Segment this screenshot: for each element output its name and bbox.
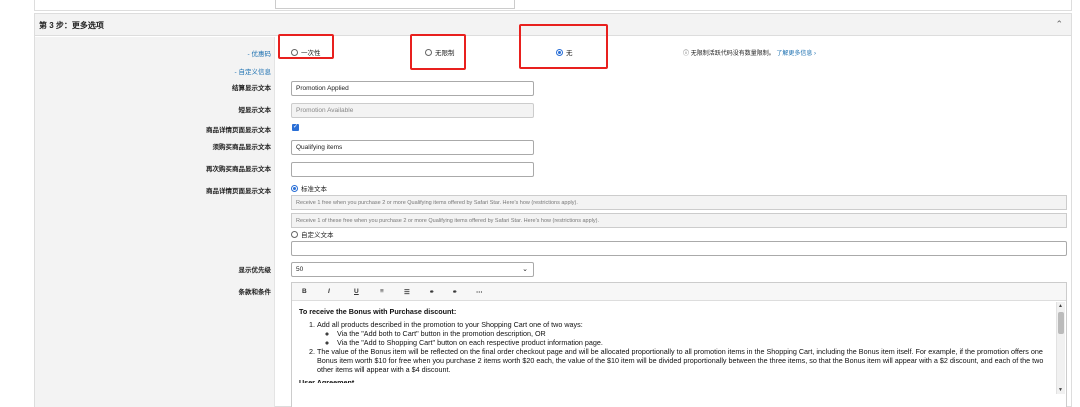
editor-toolbar: B I U ≡ ☰ ⚭ ⚭ ⋯ — [292, 283, 1066, 301]
chevron-down-icon: ⌄ — [522, 266, 528, 273]
highlight-one-time — [278, 34, 334, 59]
label-column: - 优惠码 - 自定义信息 结算显示文本 短显示文本 商品详情页面显示文本 须购… — [35, 37, 275, 407]
custom-info-link[interactable]: - 自定义信息 — [34, 66, 274, 76]
editor-content[interactable]: To receive the Bonus with Purchase disco… — [299, 307, 1054, 387]
standard-text-line-2: Receive 1 of these free when you purchas… — [291, 213, 1067, 228]
info-note: ⓘ 无限制活跃代码没有数量限制。 了解更多信息 › — [683, 48, 816, 57]
standard-text-line-1: Receive 1 free when you purchase 2 or mo… — [291, 195, 1067, 210]
terms-label: 条款和条件 — [238, 289, 272, 296]
terms-list: Add all products described in the promot… — [299, 320, 1054, 374]
priority-label: 显示优先级 — [238, 267, 272, 274]
terms-item-1: Add all products described in the promot… — [317, 320, 1054, 347]
italic-button[interactable]: I — [328, 288, 330, 295]
radio-custom-text[interactable]: 自定义文本 — [291, 229, 334, 239]
ordered-list-button[interactable]: ≡ — [380, 288, 384, 295]
editor-scrollbar[interactable]: ▲ ▼ — [1056, 302, 1065, 394]
highlight-none — [519, 24, 608, 69]
radio-label: 自定义文本 — [301, 232, 334, 239]
terms-next-heading: User Agreement — [299, 378, 355, 383]
highlight-unlimited — [410, 34, 466, 70]
detail-page-checkbox[interactable]: ✓ — [292, 124, 299, 131]
terms-editor[interactable]: B I U ≡ ☰ ⚭ ⚭ ⋯ To receive the Bonus wit… — [291, 282, 1067, 407]
step-title: 第 3 步：更多选项 — [39, 21, 104, 30]
scroll-up-icon[interactable]: ▲ — [1058, 303, 1063, 309]
terms-sublist: Via the "Add both to Cart" button in the… — [317, 329, 1054, 347]
priority-value: 50 — [296, 266, 304, 273]
learn-more-link[interactable]: 了解更多信息 › — [776, 51, 816, 57]
again-text-input[interactable] — [291, 162, 534, 177]
radio-standard-text[interactable]: 标准文本 — [291, 183, 327, 193]
terms-item-2: The value of the Bonus item will be refl… — [317, 347, 1054, 374]
bold-button[interactable]: B — [302, 288, 307, 295]
previous-field — [275, 0, 515, 9]
custom-text-input[interactable] — [291, 241, 1067, 256]
step-3-panel: 第 3 步：更多选项 ⌃ - 优惠码 - 自定义信息 结算显示文本 短显示文本 … — [34, 13, 1072, 407]
previous-section — [34, 0, 1072, 11]
info-text: 无限制活跃代码没有数量限制。 — [690, 51, 775, 57]
scroll-down-icon[interactable]: ▼ — [1058, 387, 1063, 393]
detail-page-text-label: 商品详情页面显示文本 — [206, 127, 271, 134]
terms-sub-2: Via the "Add to Shopping Cart" button on… — [337, 338, 1054, 347]
scroll-thumb[interactable] — [1058, 312, 1064, 334]
radio-label: 标准文本 — [301, 186, 327, 193]
priority-select[interactable]: 50 ⌄ — [291, 262, 534, 277]
detail-desc-label: 商品详情页面显示文本 — [206, 188, 271, 195]
radio-circle[interactable] — [291, 184, 298, 192]
again-text-label: 再次购买商品显示文本 — [206, 166, 271, 173]
purchase-text-label: 须购买商品显示文本 — [212, 144, 272, 151]
info-icon: ⓘ — [683, 51, 690, 57]
underline-button[interactable]: U — [354, 288, 359, 295]
checkout-text-label: 结算显示文本 — [232, 85, 271, 92]
more-button[interactable]: ⋯ — [476, 288, 483, 296]
checkout-text-input[interactable]: Promotion Applied — [291, 81, 534, 96]
terms-item-1-text: Add all products described in the promot… — [317, 320, 583, 329]
terms-sub-1: Via the "Add both to Cart" button in the… — [337, 329, 1054, 338]
chevron-up-icon[interactable]: ⌃ — [1055, 19, 1063, 30]
terms-heading: To receive the Bonus with Purchase disco… — [299, 307, 457, 316]
short-text-label: 短显示文本 — [238, 107, 272, 114]
radio-circle[interactable] — [291, 230, 298, 238]
discount-code-link[interactable]: - 优惠码 — [34, 48, 274, 58]
purchase-text-input[interactable]: Qualifying items — [291, 140, 534, 155]
unlink-button[interactable]: ⚭ — [452, 288, 457, 296]
bullet-list-button[interactable]: ☰ — [404, 288, 410, 296]
short-text-input[interactable]: Promotion Available — [291, 103, 534, 118]
link-button[interactable]: ⚭ — [429, 288, 434, 296]
